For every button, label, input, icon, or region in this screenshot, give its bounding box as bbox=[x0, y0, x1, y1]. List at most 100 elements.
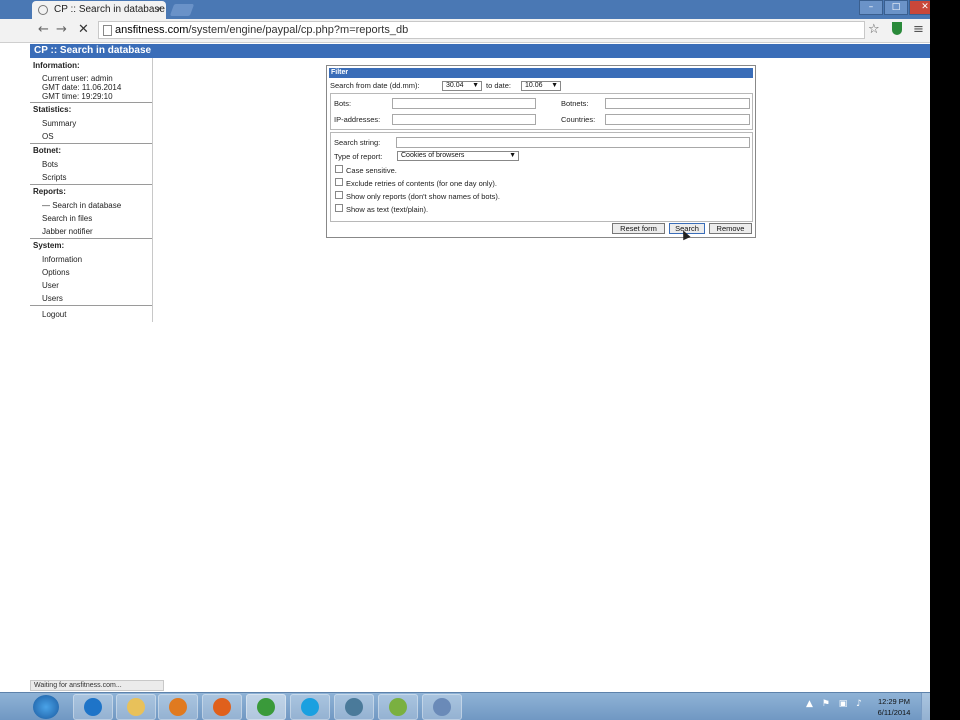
forward-arrow-icon[interactable]: → bbox=[56, 22, 67, 37]
bookmark-star-icon[interactable]: ☆ bbox=[868, 22, 880, 37]
tab-title: CP :: Search in database bbox=[54, 4, 165, 15]
taskbar-app-button[interactable] bbox=[334, 694, 374, 720]
date-from-value: 30.04 bbox=[446, 82, 464, 89]
sidebar-item-information[interactable]: Information bbox=[42, 255, 82, 264]
sidebar-divider bbox=[30, 143, 152, 144]
sidebar-heading-reports: Reports: bbox=[33, 187, 66, 196]
countries-label: Countries: bbox=[561, 115, 596, 124]
firefox-icon bbox=[213, 698, 231, 716]
sidebar-item-options[interactable]: Options bbox=[42, 268, 70, 277]
ip-addresses-input[interactable] bbox=[392, 114, 536, 125]
sidebar-heading-information: Information: bbox=[33, 61, 80, 70]
sidebar-item-summary[interactable]: Summary bbox=[42, 119, 76, 128]
gmt-date-text: GMT date: 11.06.2014 bbox=[42, 83, 122, 92]
search-string-label: Search string: bbox=[334, 138, 381, 147]
taskbar-app-button[interactable] bbox=[73, 694, 113, 720]
exclude-retries-checkbox[interactable] bbox=[335, 178, 343, 186]
sidebar-item-logout[interactable]: Logout bbox=[42, 310, 66, 319]
network-icon bbox=[345, 698, 363, 716]
chrome-icon bbox=[257, 698, 275, 716]
browser-tab[interactable]: CP :: Search in database × bbox=[32, 1, 166, 19]
minimize-button[interactable]: – bbox=[859, 0, 883, 15]
tab-close-icon[interactable]: × bbox=[156, 1, 162, 19]
show-as-text-checkbox[interactable] bbox=[335, 204, 343, 212]
search-string-input[interactable] bbox=[396, 137, 750, 148]
maximize-button[interactable]: □ bbox=[884, 0, 908, 15]
clock-date: 6/11/2014 bbox=[877, 708, 911, 717]
chevron-down-icon: ▼ bbox=[472, 82, 479, 89]
sidebar-item-user[interactable]: User bbox=[42, 281, 59, 290]
case-sensitive-checkbox[interactable] bbox=[335, 165, 343, 173]
sidebar-heading-statistics: Statistics: bbox=[33, 105, 72, 114]
sidebar-divider bbox=[30, 238, 152, 239]
date-from-select[interactable]: 30.04 ▼ bbox=[442, 81, 482, 91]
sidebar-item-bots[interactable]: Bots bbox=[42, 160, 58, 169]
sidebar-item-os[interactable]: OS bbox=[42, 132, 54, 141]
page-icon bbox=[103, 25, 112, 36]
start-button[interactable] bbox=[33, 695, 59, 719]
utility-icon bbox=[389, 698, 407, 716]
system-tray[interactable]: ▲ ⚑ ▣ ♪ bbox=[806, 699, 865, 709]
show-only-reports-label: Show only reports (don't show names of b… bbox=[346, 192, 501, 201]
remove-button[interactable]: Remove bbox=[709, 223, 752, 234]
chevron-down-icon: ▼ bbox=[509, 152, 516, 159]
extension-shield-icon[interactable] bbox=[892, 22, 902, 35]
exclude-retries-label: Exclude retries of contents (for one day… bbox=[346, 179, 497, 188]
browser-window: CP :: Search in database × – □ ✕ ← → ✕ a… bbox=[0, 0, 930, 720]
url-host: ansfitness.com bbox=[115, 24, 189, 36]
tool-icon bbox=[433, 698, 451, 716]
skype-icon bbox=[301, 698, 319, 716]
filter-panel: Filter Search from date (dd.mm): 30.04 ▼… bbox=[326, 65, 756, 238]
date-from-label: Search from date (dd.mm): bbox=[330, 81, 420, 90]
sidebar-heading-system: System: bbox=[33, 241, 65, 250]
sidebar-item-search-in-database[interactable]: — Search in database bbox=[42, 201, 121, 210]
gmt-time-text: GMT time: 19:29:10 bbox=[42, 92, 113, 101]
menu-icon[interactable]: ≡ bbox=[913, 22, 924, 37]
bots-label: Bots: bbox=[334, 99, 352, 108]
new-tab-button[interactable] bbox=[169, 4, 195, 16]
date-to-select[interactable]: 10.06 ▼ bbox=[521, 81, 561, 91]
bots-input[interactable] bbox=[392, 98, 536, 109]
case-sensitive-label: Case sensitive. bbox=[346, 166, 397, 175]
show-as-text-label: Show as text (text/plain). bbox=[346, 205, 429, 214]
taskbar-app-button[interactable] bbox=[246, 694, 286, 720]
url-path: /system/engine/paypal/cp.php?m=reports_d… bbox=[188, 24, 409, 36]
status-bubble: Waiting for ansfitness.com... bbox=[30, 680, 164, 691]
stop-loading-icon[interactable]: ✕ bbox=[78, 22, 89, 37]
sidebar-item-scripts[interactable]: Scripts bbox=[42, 173, 66, 182]
taskbar-app-button[interactable] bbox=[378, 694, 418, 720]
taskbar: ▲ ⚑ ▣ ♪ 12:29 PM 6/11/2014 bbox=[0, 692, 930, 720]
countries-input[interactable] bbox=[605, 114, 750, 125]
date-to-label: to date: bbox=[486, 81, 512, 90]
taskbar-app-button[interactable] bbox=[202, 694, 242, 720]
sidebar-item-users[interactable]: Users bbox=[42, 294, 63, 303]
file-explorer-icon bbox=[127, 698, 145, 716]
taskbar-app-button[interactable] bbox=[422, 694, 462, 720]
show-desktop-button[interactable] bbox=[921, 693, 930, 720]
taskbar-app-button[interactable] bbox=[290, 694, 330, 720]
date-to-value: 10.06 bbox=[525, 82, 543, 89]
sidebar-divider bbox=[30, 102, 152, 103]
botnets-label: Botnets: bbox=[561, 99, 589, 108]
sidebar-heading-botnet: Botnet: bbox=[33, 146, 61, 155]
left-gutter bbox=[0, 44, 30, 684]
sidebar-item-jabber-notifier[interactable]: Jabber notifier bbox=[42, 227, 93, 236]
report-type-value: Cookies of browsers bbox=[401, 152, 465, 159]
current-user-text: Current user: admin bbox=[42, 74, 113, 83]
taskbar-app-button[interactable] bbox=[116, 694, 156, 720]
page-favicon-icon bbox=[38, 5, 48, 15]
filter-title: Filter bbox=[329, 68, 753, 78]
back-arrow-icon[interactable]: ← bbox=[38, 22, 49, 37]
sidebar-item-search-in-files[interactable]: Search in files bbox=[42, 214, 92, 223]
close-window-button[interactable]: ✕ bbox=[909, 0, 930, 15]
taskbar-app-button[interactable] bbox=[158, 694, 198, 720]
report-type-select[interactable]: Cookies of browsers ▼ bbox=[397, 151, 519, 161]
clock-time: 12:29 PM bbox=[877, 697, 911, 706]
botnets-input[interactable] bbox=[605, 98, 750, 109]
address-bar[interactable]: ansfitness.com/system/engine/paypal/cp.p… bbox=[98, 21, 865, 39]
sidebar-divider bbox=[30, 184, 152, 185]
taskbar-clock[interactable]: 12:29 PM 6/11/2014 bbox=[870, 696, 918, 718]
reset-form-button[interactable]: Reset form bbox=[612, 223, 665, 234]
show-only-reports-checkbox[interactable] bbox=[335, 191, 343, 199]
tab-strip: CP :: Search in database × – □ ✕ bbox=[0, 0, 930, 19]
